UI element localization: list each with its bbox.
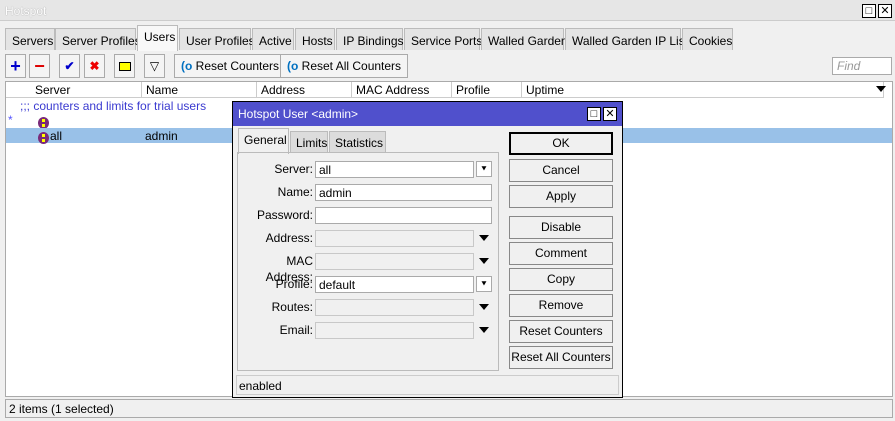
tab-walled-garden[interactable]: Walled Garden [481, 28, 568, 50]
address-field [315, 230, 474, 247]
disable-button[interactable]: ✖ [84, 54, 105, 78]
ok-button[interactable]: OK [509, 132, 613, 155]
column-header-server[interactable]: Server [31, 82, 142, 98]
email-field [315, 322, 474, 339]
password-label: Password: [256, 208, 313, 222]
copy-button[interactable]: Copy [509, 268, 613, 291]
row-flag: * [8, 113, 13, 127]
tab-walled-garden-ip-list[interactable]: Walled Garden IP List [565, 28, 688, 50]
reset-icon: (o [287, 59, 299, 73]
dialog-tab-limits[interactable]: Limits [290, 131, 328, 153]
email-label: Email: [279, 323, 313, 337]
remove-button[interactable]: Remove [509, 294, 613, 317]
row-name: admin [145, 129, 178, 143]
reset-counters-button[interactable]: Reset Counters [509, 320, 613, 343]
maximize-icon[interactable]: □ [862, 4, 876, 18]
reset-all-counters-label: Reset All Counters [301, 59, 402, 73]
profile-field[interactable]: default [315, 276, 474, 293]
find-input[interactable]: Find [832, 57, 892, 75]
reset-all-counters-button[interactable]: (o Reset All Counters [280, 54, 409, 78]
routes-label: Routes: [271, 300, 313, 314]
mac-address-field [315, 253, 474, 270]
filter-icon: ▽ [149, 59, 160, 73]
address-label: Address: [265, 231, 313, 245]
column-header-mac-address[interactable]: MAC Address [352, 82, 452, 98]
hotspot-user-dialog: Hotspot User <admin> □ ✕ General Limits St… [232, 101, 623, 398]
column-header-profile[interactable]: Profile [452, 82, 522, 98]
disable-button[interactable]: Disable [509, 216, 613, 239]
add-button[interactable]: + [5, 54, 26, 78]
close-icon[interactable]: ✕ [603, 107, 617, 121]
filter-button[interactable]: ▽ [144, 54, 165, 78]
dialog-tab-general[interactable]: General [238, 128, 289, 154]
server-field[interactable]: all [315, 161, 474, 178]
column-menu-icon[interactable] [876, 86, 886, 92]
row-server: all [50, 129, 63, 143]
column-header-uptime[interactable]: Uptime [522, 82, 884, 98]
user-icon [38, 132, 49, 144]
dropdown-arrow-icon[interactable] [479, 258, 489, 264]
reset-all-counters-button[interactable]: Reset All Counters [509, 346, 613, 369]
cancel-button[interactable]: Cancel [509, 159, 613, 182]
enable-button[interactable]: ✔ [59, 54, 80, 78]
tab-server-profiles[interactable]: Server Profiles [55, 28, 141, 50]
maximize-icon[interactable]: □ [587, 107, 601, 121]
name-field[interactable]: admin [315, 184, 492, 201]
column-header-name[interactable]: Name [142, 82, 257, 98]
general-panel: Server: all ⯆ Name: admin Password: Address: MA… [237, 152, 499, 371]
apply-button[interactable]: Apply [509, 185, 613, 208]
password-field[interactable] [315, 207, 492, 224]
tab-service-ports[interactable]: Service Ports [404, 28, 482, 50]
dropdown-icon[interactable]: ⯆ [476, 161, 492, 177]
tab-cookies[interactable]: Cookies [682, 28, 733, 50]
dialog-status: enabled [236, 375, 619, 395]
dialog-title: Hotspot User <admin> [233, 102, 622, 126]
tab-users[interactable]: Users [137, 25, 178, 51]
tab-servers[interactable]: Servers [5, 28, 55, 50]
column-header-address[interactable]: Address [257, 82, 352, 98]
note-icon [118, 62, 131, 71]
reset-counters-button[interactable]: (o Reset Counters [174, 54, 287, 78]
dropdown-arrow-icon[interactable] [479, 304, 489, 310]
dropdown-icon[interactable]: ⯆ [476, 276, 492, 292]
dropdown-arrow-icon[interactable] [479, 235, 489, 241]
window-title-bar: Hotspot [0, 0, 895, 21]
dialog-tab-statistics[interactable]: Statistics [329, 131, 386, 153]
remove-button[interactable]: − [29, 54, 50, 78]
name-label: Name: [277, 185, 313, 199]
tab-active[interactable]: Active [252, 28, 294, 50]
comment-button[interactable] [114, 54, 135, 78]
tab-hosts[interactable]: Hosts [295, 28, 335, 50]
dropdown-arrow-icon[interactable] [479, 327, 489, 333]
reset-counters-label: Reset Counters [195, 59, 280, 73]
status-bar: 2 items (1 selected) [5, 399, 893, 418]
table-header-blank [6, 82, 32, 98]
reset-icon: (o [181, 59, 193, 73]
close-icon[interactable]: ✕ [878, 4, 892, 18]
comment-button[interactable]: Comment [509, 242, 613, 265]
tab-user-profiles[interactable]: User Profiles [179, 28, 255, 50]
window-title: Hotspot [5, 4, 47, 18]
tab-ip-bindings[interactable]: IP Bindings [336, 28, 404, 50]
mac-address-label: MAC Address: [265, 254, 313, 284]
server-label: Server: [274, 162, 313, 176]
profile-label: Profile: [275, 277, 313, 291]
routes-field [315, 299, 474, 316]
